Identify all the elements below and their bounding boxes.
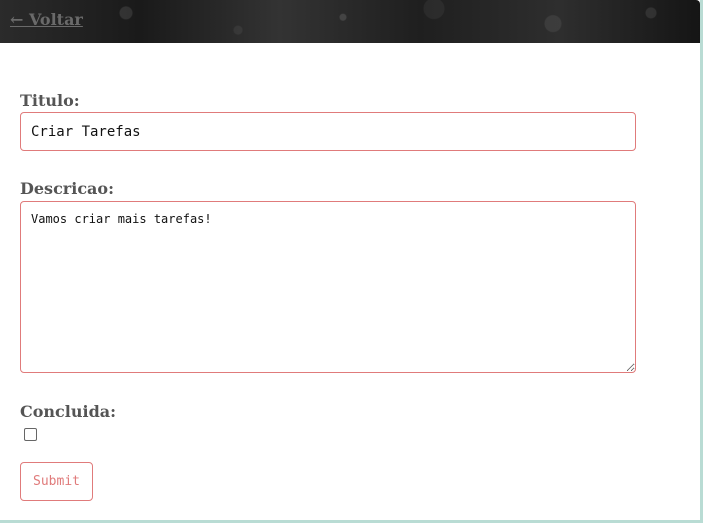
descricao-textarea[interactable]: Vamos criar mais tarefas! xyxy=(20,201,636,373)
titulo-label: Titulo: xyxy=(20,91,80,110)
submit-button[interactable]: Submit xyxy=(20,462,93,501)
header-banner: ← Voltar xyxy=(0,0,700,43)
concluida-checkbox[interactable] xyxy=(24,428,37,441)
titulo-input[interactable] xyxy=(20,112,636,151)
descricao-label: Descricao: xyxy=(20,179,114,198)
concluida-label: Concluida: xyxy=(20,402,117,421)
back-link[interactable]: ← Voltar xyxy=(10,10,83,29)
